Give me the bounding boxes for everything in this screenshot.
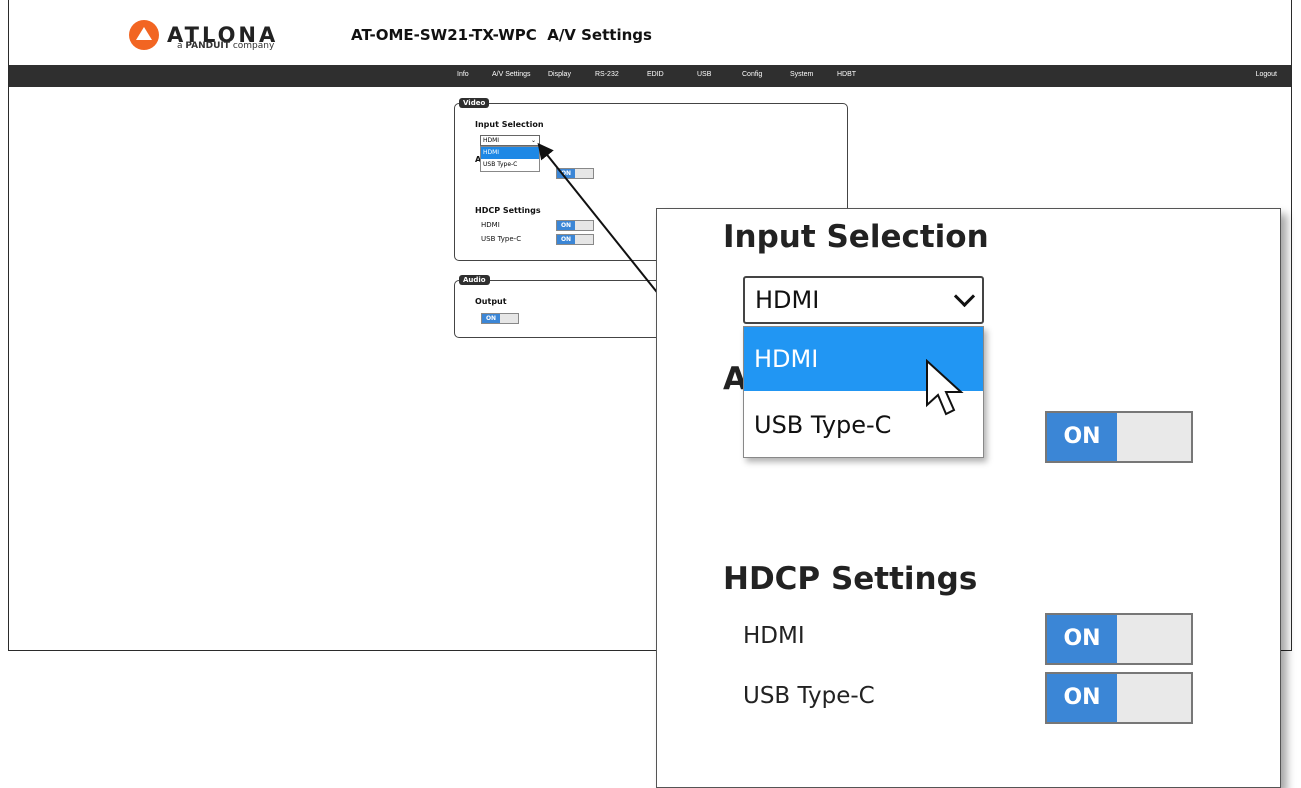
chevron-down-icon bbox=[953, 285, 976, 308]
zoom-hdcp-usb-type-c-label: USB Type-C bbox=[743, 683, 875, 709]
zoom-hdcp-hdmi-label: HDMI bbox=[743, 623, 805, 649]
zoom-hdcp-usb-type-c-toggle[interactable]: ON bbox=[1045, 672, 1193, 724]
zoom-hdcp-hdmi-toggle[interactable]: ON bbox=[1045, 613, 1193, 665]
zoom-input-selection-label: Input Selection bbox=[723, 219, 989, 255]
zoom-auto-toggle[interactable]: ON bbox=[1045, 411, 1193, 463]
zoom-input-selection-select[interactable]: HDMI bbox=[743, 276, 984, 324]
zoom-hdcp-settings-label: HDCP Settings bbox=[723, 561, 978, 597]
zoom-callout: Input Selection HDMI A HDMI USB Type-C O… bbox=[656, 208, 1281, 788]
mouse-pointer-icon bbox=[926, 359, 964, 416]
